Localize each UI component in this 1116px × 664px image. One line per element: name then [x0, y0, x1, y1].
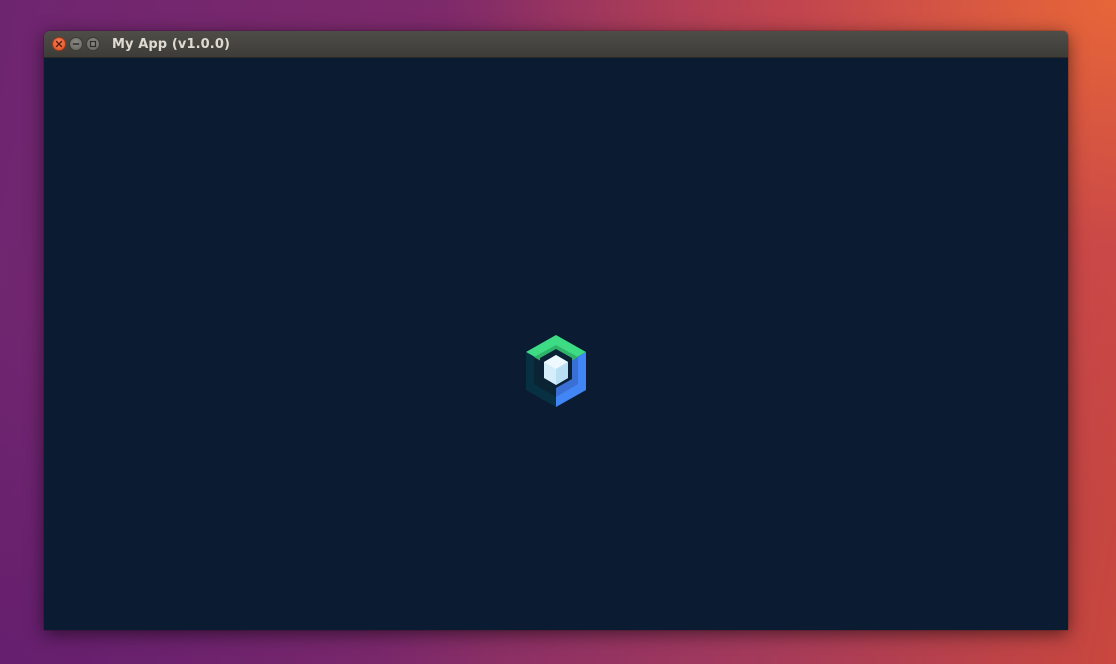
jetpack-compose-logo-icon: [524, 335, 588, 407]
window-title: My App (v1.0.0): [112, 36, 231, 52]
app-content: [44, 58, 1068, 630]
maximize-icon: [89, 40, 97, 48]
window-titlebar[interactable]: My App (v1.0.0): [44, 31, 1068, 58]
minimize-button[interactable]: [69, 37, 83, 51]
close-button[interactable]: [52, 37, 66, 51]
close-icon: [55, 40, 63, 48]
minimize-icon: [72, 43, 80, 45]
maximize-button[interactable]: [86, 37, 100, 51]
window-controls: [52, 37, 100, 51]
desktop: { "window": { "title": "My App (v1.0.0)"…: [0, 0, 1116, 664]
app-window: My App (v1.0.0): [44, 31, 1068, 630]
